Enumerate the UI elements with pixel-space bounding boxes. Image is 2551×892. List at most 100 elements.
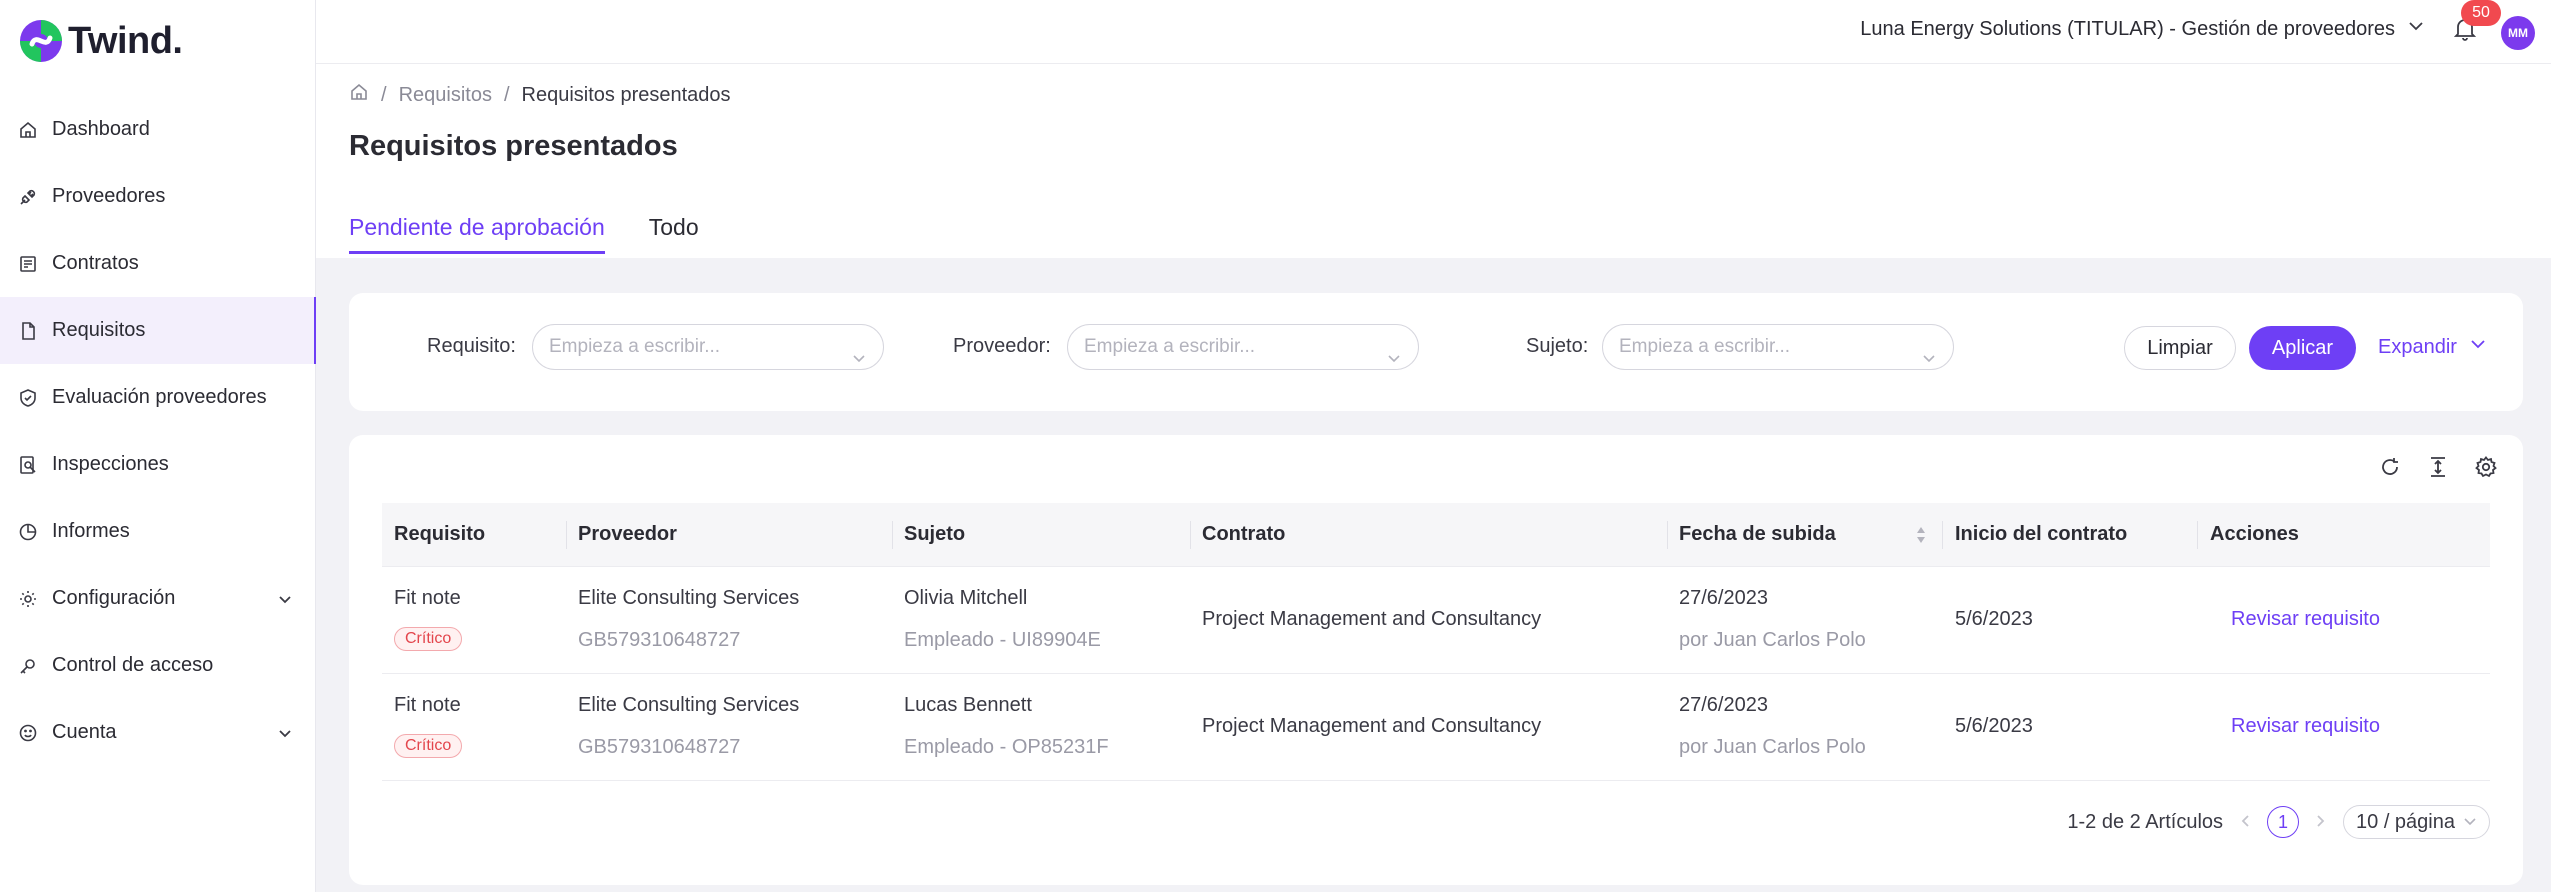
- sujeto-name: Olivia Mitchell: [904, 587, 1028, 609]
- tab-pendiente[interactable]: Pendiente de aprobación: [349, 214, 605, 254]
- sidebar-item-dashboard[interactable]: Dashboard: [0, 96, 316, 163]
- revisar-requisito-link[interactable]: Revisar requisito: [2231, 715, 2380, 738]
- column-header-inicio: Inicio del contrato: [1955, 523, 2128, 545]
- document-icon: [18, 321, 38, 341]
- expand-button[interactable]: Expandir: [2378, 335, 2487, 359]
- sidebar-item-label: Informes: [52, 520, 130, 542]
- critical-tag: Crítico: [394, 734, 463, 758]
- breadcrumb: / Requisitos / Requisitos presentados: [349, 82, 731, 108]
- sidebar-item-label: Contratos: [52, 252, 139, 274]
- sidebar-nav: Dashboard Proveedores Contratos Requisit…: [0, 96, 317, 766]
- gear-icon: [18, 589, 38, 609]
- fecha-autor: por Juan Carlos Polo: [1679, 629, 1866, 651]
- sujeto-name: Lucas Bennett: [904, 694, 1032, 716]
- column-header-proveedor: Proveedor: [578, 523, 677, 545]
- chevron-down-icon: [1386, 339, 1402, 383]
- fecha-autor: por Juan Carlos Polo: [1679, 736, 1866, 758]
- proveedor-id: GB579310648727: [578, 736, 741, 758]
- column-separator: [1667, 521, 1668, 549]
- chevron-right-icon[interactable]: [2315, 811, 2327, 834]
- sidebar-item-informes[interactable]: Informes: [0, 498, 316, 565]
- sidebar-item-configuracion[interactable]: Configuración: [0, 565, 316, 632]
- pagination: 1-2 de 2 Artículos 1 10 / página: [2067, 805, 2490, 839]
- column-header-acciones: Acciones: [2210, 523, 2299, 545]
- column-header-contrato: Contrato: [1202, 523, 1286, 545]
- proveedor-filter-label: Proveedor:: [953, 335, 1051, 357]
- sidebar-item-label: Requisitos: [52, 319, 146, 341]
- proveedor-name: Elite Consulting Services: [578, 694, 800, 716]
- home-icon: [18, 120, 38, 140]
- expand-label: Expandir: [2378, 335, 2457, 358]
- sidebar: Twind. Dashboard Proveedores Contratos R…: [0, 0, 317, 892]
- notification-badge: 50: [2461, 0, 2501, 26]
- sidebar-item-label: Control de acceso: [52, 654, 214, 676]
- table-header: Requisito Proveedor Sujeto Contrato Fech…: [382, 503, 2490, 567]
- clear-button[interactable]: Limpiar: [2124, 326, 2236, 370]
- smiley-icon: [18, 723, 38, 743]
- sidebar-item-proveedores[interactable]: Proveedores: [0, 163, 316, 230]
- table-row: Fit note Crítico Elite Consulting Servic…: [382, 567, 2490, 674]
- breadcrumb-requisitos[interactable]: Requisitos: [399, 84, 492, 107]
- chevron-down-icon: [278, 589, 292, 612]
- inspection-icon: [18, 455, 38, 475]
- sidebar-item-label: Proveedores: [52, 185, 166, 207]
- column-header-fecha[interactable]: Fecha de subida: [1679, 523, 1836, 546]
- contrato-name: Project Management and Consultancy: [1202, 715, 1542, 737]
- breadcrumb-current: Requisitos presentados: [521, 83, 731, 106]
- inicio-contrato: 5/6/2023: [1955, 715, 2033, 737]
- key-icon: [18, 656, 38, 676]
- chevron-down-icon: [851, 339, 867, 383]
- sidebar-item-inspecciones[interactable]: Inspecciones: [0, 431, 316, 498]
- requisito-filter-input[interactable]: Empieza a escribir...: [532, 324, 884, 370]
- requisito-filter-label: Requisito:: [427, 335, 516, 357]
- refresh-icon[interactable]: [2378, 455, 2402, 484]
- plug-icon: [18, 187, 38, 207]
- logo[interactable]: Twind.: [18, 18, 183, 64]
- sidebar-item-label: Dashboard: [52, 118, 150, 140]
- column-separator: [892, 521, 893, 549]
- chevron-left-icon[interactable]: [2239, 811, 2251, 834]
- proveedor-name: Elite Consulting Services: [578, 587, 800, 609]
- sidebar-item-control-acceso[interactable]: Control de acceso: [0, 632, 316, 699]
- settings-icon[interactable]: [2474, 455, 2498, 484]
- placeholder: Empieza a escribir...: [1084, 336, 1256, 357]
- sujeto-filter-label: Sujeto:: [1526, 335, 1589, 357]
- company-selector[interactable]: Luna Energy Solutions (TITULAR) - Gestió…: [1860, 17, 2425, 41]
- proveedor-filter-input[interactable]: Empieza a escribir...: [1067, 324, 1419, 370]
- table-toolbar: [2378, 455, 2498, 484]
- sidebar-item-contratos[interactable]: Contratos: [0, 230, 316, 297]
- proveedor-id: GB579310648727: [578, 629, 741, 651]
- requisito-name: Fit note: [394, 694, 461, 716]
- page-number[interactable]: 1: [2267, 806, 2300, 838]
- twind-logo-icon: [18, 18, 64, 64]
- home-icon[interactable]: [349, 82, 369, 108]
- row-height-icon[interactable]: [2426, 455, 2450, 484]
- tabs: Pendiente de aprobación Todo: [349, 214, 699, 254]
- revisar-requisito-link[interactable]: Revisar requisito: [2231, 608, 2380, 631]
- sidebar-item-requisitos[interactable]: Requisitos: [0, 297, 317, 364]
- sidebar-item-label: Cuenta: [52, 721, 117, 743]
- sidebar-item-cuenta[interactable]: Cuenta: [0, 699, 316, 766]
- avatar[interactable]: MM: [2501, 16, 2535, 50]
- chevron-down-icon: [2463, 806, 2477, 838]
- tab-todo[interactable]: Todo: [649, 214, 699, 254]
- chevron-down-icon: [1921, 339, 1937, 383]
- placeholder: Empieza a escribir...: [549, 336, 721, 357]
- sujeto-filter-input[interactable]: Empieza a escribir...: [1602, 324, 1954, 370]
- critical-tag: Crítico: [394, 627, 463, 651]
- column-separator: [566, 521, 567, 549]
- fecha-subida: 27/6/2023: [1679, 587, 1768, 609]
- page-size-select[interactable]: 10 / página: [2343, 805, 2490, 839]
- page-size-value: 10 / página: [2356, 811, 2455, 833]
- chevron-down-icon: [2469, 335, 2487, 359]
- sidebar-item-evaluacion[interactable]: Evaluación proveedores: [0, 364, 316, 431]
- apply-button[interactable]: Aplicar: [2249, 326, 2356, 370]
- pagination-summary: 1-2 de 2 Artículos: [2067, 810, 2224, 833]
- contrato-name: Project Management and Consultancy: [1202, 608, 1542, 630]
- table-row: Fit note Crítico Elite Consulting Servic…: [382, 674, 2490, 781]
- sort-icon[interactable]: [1915, 525, 1927, 550]
- sujeto-detail: Empleado - UI89904E: [904, 629, 1101, 651]
- sidebar-item-label: Evaluación proveedores: [52, 386, 267, 408]
- requisito-name: Fit note: [394, 587, 461, 609]
- column-separator: [2197, 521, 2198, 549]
